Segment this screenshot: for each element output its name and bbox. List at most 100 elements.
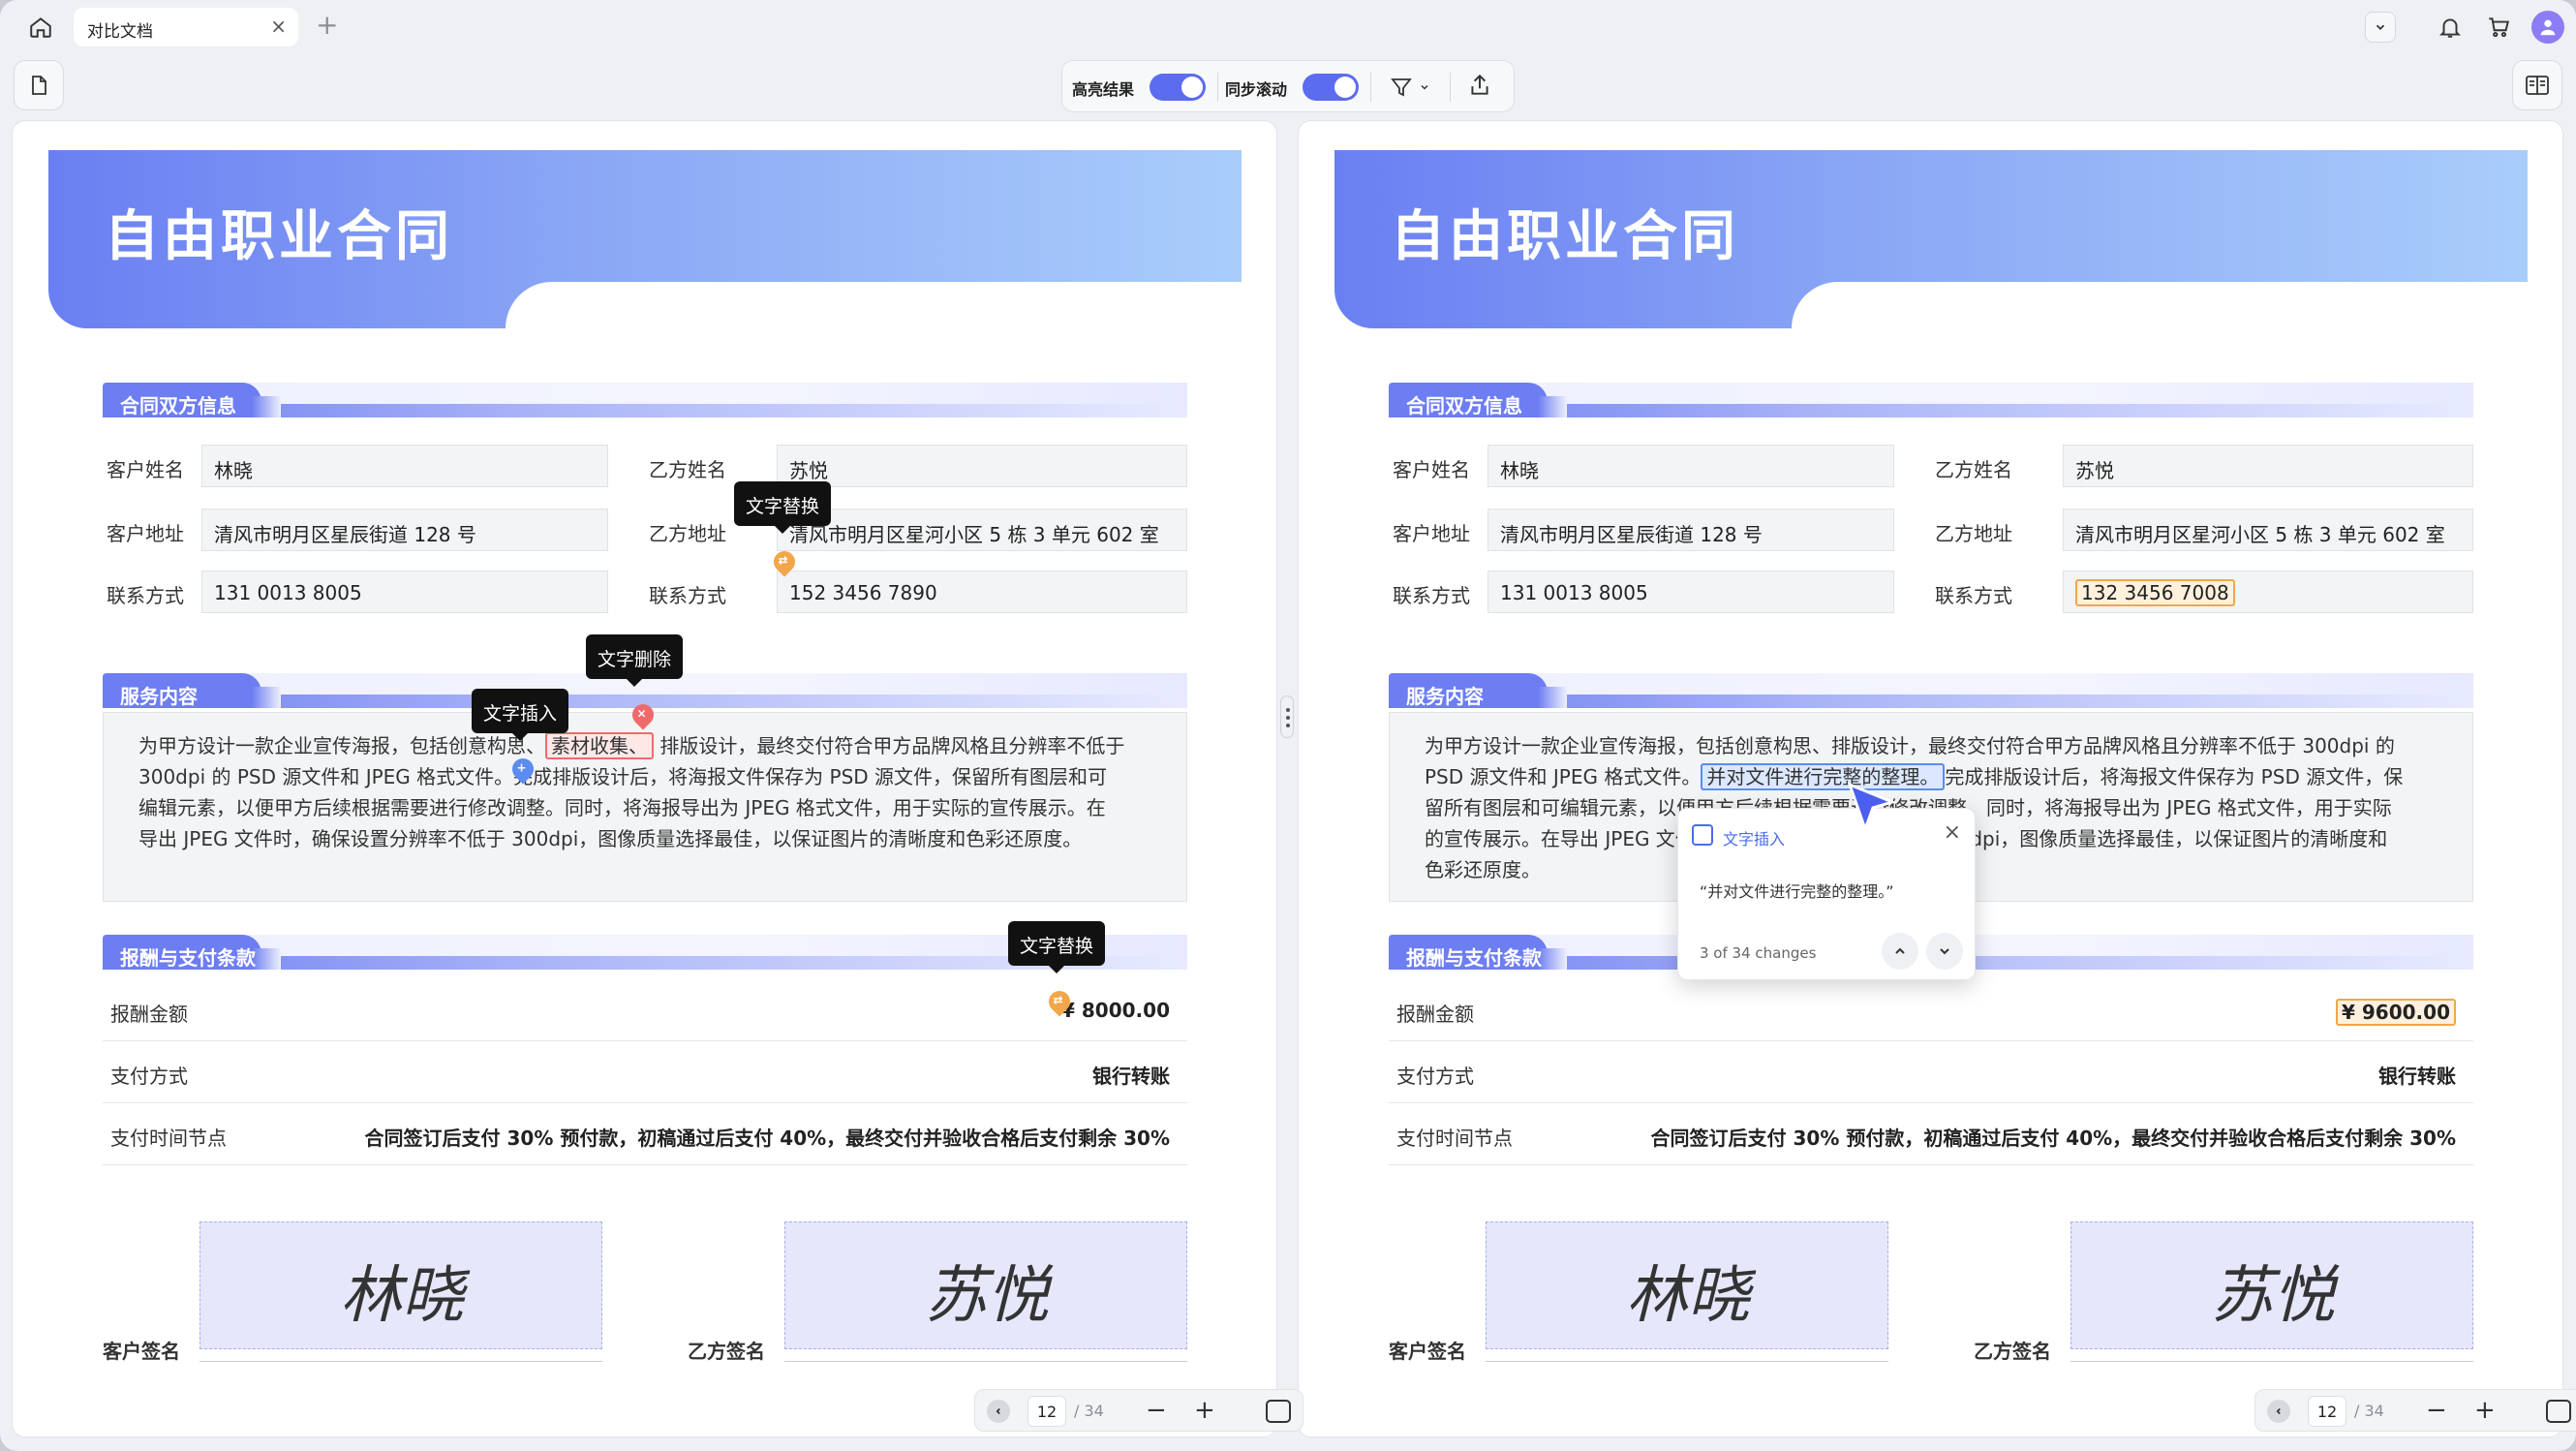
client-phone-field: 131 0013 8005: [1487, 571, 1894, 613]
divider: [2070, 1361, 2473, 1362]
page-total: / 34: [2354, 1402, 2384, 1420]
tab-close-button[interactable]: ×: [270, 15, 287, 37]
popover-quote: “并对文件进行完整的整理。”: [1700, 882, 1894, 901]
document-title: 自由职业合同: [1391, 205, 1739, 268]
fit-page-button[interactable]: [1266, 1400, 1291, 1423]
left-document-pane[interactable]: 自由职业合同 合同双方信息 客户姓名 林晓 乙方姓名 苏悦 客户地址 清风市明月…: [12, 120, 1277, 1437]
right-document-pane[interactable]: 自由职业合同 合同双方信息 客户姓名 林晓 乙方姓名 苏悦 客户地址 清风市明月…: [1298, 120, 2563, 1437]
zoom-out-button[interactable]: −: [2426, 1396, 2447, 1425]
client-name-field: 林晓: [201, 445, 608, 487]
pay-schedule-row: 支付时间节点 合同签订后支付 30% 预付款，初稿通过后支付 40%，最终交付并验…: [1389, 1103, 2473, 1165]
partyb-address-label: 乙方地址: [649, 522, 726, 545]
file-icon: [32, 76, 46, 95]
left-page-navigator: 12 / 34 − +: [974, 1389, 1303, 1432]
title-banner: 自由职业合同: [1334, 150, 2528, 328]
client-address-field: 清风市明月区星辰街道 128 号: [1487, 509, 1894, 551]
client-name-field: 林晓: [1487, 445, 1894, 487]
replace-tooltip: 文字替换: [734, 481, 832, 534]
previous-page-button[interactable]: [987, 1400, 1010, 1423]
filter-icon: [1391, 78, 1412, 97]
replaced-text[interactable]: ¥ 9600.00: [2336, 999, 2456, 1026]
cart-icon: [2489, 17, 2509, 38]
partyb-phone-label: 联系方式: [1935, 584, 2012, 607]
pay-schedule-row: 支付时间节点 合同签订后支付 30% 预付款，初稿通过后支付 40%，最终交付并验…: [103, 1103, 1187, 1165]
document-tab[interactable]: 对比文档 ×: [74, 8, 298, 46]
partyb-signature: 苏悦: [925, 1260, 1049, 1332]
new-tab-button[interactable]: +: [316, 10, 338, 41]
client-signature-label: 客户签名: [1389, 1340, 1466, 1363]
next-change-button[interactable]: [1926, 933, 1963, 970]
divider: [1217, 73, 1218, 102]
partyb-phone-field: 132 3456 7008: [2063, 571, 2473, 613]
section-title: 服务内容: [1406, 685, 1484, 708]
deleted-text[interactable]: 素材收集、: [545, 732, 654, 759]
sync-scroll-label: 同步滚动: [1225, 80, 1288, 99]
popover-title: 文字插入: [1723, 830, 1786, 849]
text-insert-icon: [1692, 824, 1713, 846]
pay-method-row: 支付方式 银行转账: [103, 1041, 1187, 1103]
right-page-navigator: 12 / 34 − +: [2254, 1389, 2576, 1432]
cart-button[interactable]: [2481, 10, 2516, 45]
user-avatar[interactable]: [2531, 11, 2564, 44]
chevron-left-icon: [2276, 1407, 2281, 1415]
document-page: 自由职业合同 合同双方信息 客户姓名 林晓 乙方姓名 苏悦 客户地址 清风市明月…: [1334, 150, 2528, 1409]
chevron-up-icon: [1895, 947, 1905, 954]
pay-method-row: 支付方式 银行转账: [1389, 1041, 2473, 1103]
zoom-in-button[interactable]: +: [1194, 1396, 1215, 1425]
partyb-address-label: 乙方地址: [1935, 522, 2012, 545]
zoom-in-button[interactable]: +: [2474, 1396, 2496, 1425]
fit-page-button[interactable]: [2546, 1400, 2571, 1423]
tab-list-button[interactable]: [2365, 12, 2396, 43]
client-address-label: 客户地址: [1393, 522, 1470, 545]
partyb-name-label: 乙方姓名: [649, 458, 726, 481]
section-title: 服务内容: [120, 685, 198, 708]
bell-icon: [2438, 18, 2462, 38]
partyb-name-label: 乙方姓名: [1935, 458, 2012, 481]
notification-button[interactable]: [2433, 10, 2468, 45]
replaced-text[interactable]: 132 3456 7008: [2075, 579, 2235, 606]
insert-tooltip: 文字插入: [472, 689, 569, 741]
tab-title: 对比文档: [87, 22, 153, 42]
share-icon: [1471, 74, 1488, 95]
partyb-name-field: 苏悦: [2063, 445, 2473, 487]
chevron-left-icon: [996, 1407, 1000, 1415]
pane-resize-handle[interactable]: [1280, 695, 1294, 738]
page-number-input[interactable]: 12: [2308, 1396, 2346, 1427]
document-page: 自由职业合同 合同双方信息 客户姓名 林晓 乙方姓名 苏悦 客户地址 清风市明月…: [48, 150, 1242, 1409]
inserted-text[interactable]: 并对文件进行完整的整理。: [1701, 763, 1946, 790]
client-phone-label: 联系方式: [107, 584, 184, 607]
section-title: 报酬与支付条款: [1406, 946, 1542, 970]
client-address-field: 清风市明月区星辰街道 128 号: [201, 509, 608, 551]
chevron-down-icon: [2376, 24, 2385, 30]
sync-scroll-toggle[interactable]: [1303, 74, 1359, 101]
file-button[interactable]: [14, 60, 64, 110]
client-phone-field: 131 0013 8005: [201, 571, 608, 613]
share-button[interactable]: [1467, 73, 1496, 102]
section-title: 合同双方信息: [120, 394, 236, 417]
tab-bar: 对比文档 × +: [0, 0, 2576, 54]
partyb-signature-label: 乙方签名: [688, 1340, 765, 1363]
highlight-toggle[interactable]: [1150, 74, 1206, 101]
pay-amount-row: 报酬金额 ¥ 9600.00: [1389, 979, 2473, 1041]
partyb-signature-box: 苏悦: [784, 1221, 1187, 1349]
side-by-side-button[interactable]: [2512, 60, 2562, 110]
previous-change-button[interactable]: [1882, 933, 1918, 970]
filter-button[interactable]: [1390, 73, 1438, 102]
service-content-box: 为甲方设计一款企业宣传海报，包括创意构思、 素材收集、 排版设计，最终交付符合甲方…: [103, 712, 1187, 902]
title-banner: 自由职业合同: [48, 150, 1242, 328]
divider: [1450, 73, 1451, 102]
home-button[interactable]: [21, 10, 60, 45]
partyb-address-field: 清风市明月区星河小区 5 栋 3 单元 602 室: [2063, 509, 2473, 551]
highlight-label: 高亮结果: [1072, 80, 1135, 99]
page-number-input[interactable]: 12: [1027, 1396, 1066, 1427]
client-signature-box: 林晓: [1486, 1221, 1888, 1349]
page-total: / 34: [1074, 1402, 1104, 1420]
previous-page-button[interactable]: [2267, 1400, 2290, 1423]
delete-tooltip: 文字删除: [586, 634, 684, 687]
client-signature-label: 客户签名: [103, 1340, 180, 1363]
zoom-out-button[interactable]: −: [1146, 1396, 1167, 1425]
home-icon: [30, 17, 51, 38]
pay-amount-row: 报酬金额 ¥ 8000.00: [103, 979, 1187, 1041]
popover-close-button[interactable]: ×: [1944, 820, 1961, 845]
partyb-signature: 苏悦: [2211, 1260, 2335, 1332]
